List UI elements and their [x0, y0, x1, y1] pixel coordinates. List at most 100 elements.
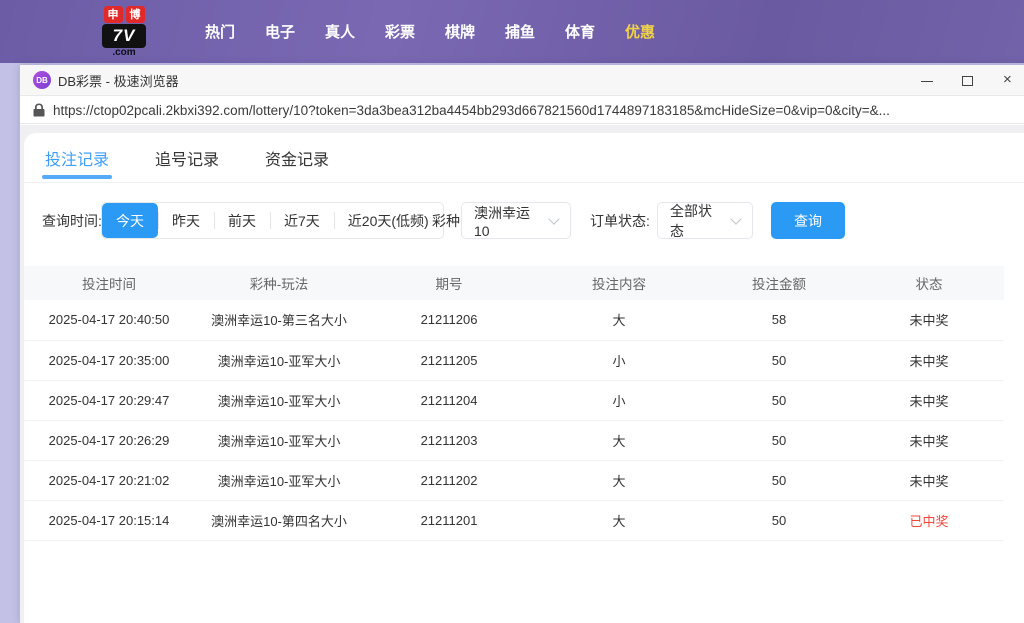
- cell-issue: 21211204: [364, 380, 534, 421]
- lottery-filter-label: 彩种:: [432, 213, 464, 229]
- address-bar[interactable]: https://ctop02pcali.2kbxi392.com/lottery…: [20, 97, 1024, 124]
- cell-bet-time: 2025-04-17 20:35:00: [24, 340, 194, 381]
- cell-bet-time: 2025-04-17 20:26:29: [24, 420, 194, 461]
- logo-badges: 申 博: [103, 5, 145, 23]
- lottery-select-value: 澳洲幸运10: [474, 204, 530, 239]
- cell-lottery-play: 澳洲幸运10-亚军大小: [194, 380, 364, 421]
- cell-bet-content: 大: [534, 460, 704, 501]
- status-badge: 未中奖: [854, 420, 1004, 461]
- table-header-row: 投注时间 彩种-玩法 期号 投注内容 投注金额 状态: [24, 266, 1004, 300]
- cell-lottery-play: 澳洲幸运10-第三名大小: [194, 300, 364, 341]
- cell-lottery-play: 澳洲幸运10-亚军大小: [194, 340, 364, 381]
- logo-badge-shen: 申: [103, 5, 123, 23]
- time-option-7days[interactable]: 近7天: [270, 203, 334, 238]
- nav-item-lottery[interactable]: 彩票: [370, 21, 430, 42]
- table-row: 2025-04-17 20:35:00 澳洲幸运10-亚军大小 21211205…: [24, 340, 1004, 381]
- minimize-icon[interactable]: [920, 74, 934, 88]
- cell-issue: 21211202: [364, 460, 534, 501]
- window-title: DB彩票 - 极速浏览器: [58, 73, 179, 89]
- chevron-down-icon: [548, 212, 560, 225]
- cell-bet-time: 2025-04-17 20:40:50: [24, 300, 194, 341]
- cell-issue: 21211205: [364, 340, 534, 381]
- tab-bet-records[interactable]: 投注记录: [41, 133, 113, 182]
- filter-row: 查询时间: 今天 昨天 前天 近7天 近20天(低频) 彩种: 澳洲幸运10 订…: [24, 199, 1024, 243]
- cell-bet-content: 小: [534, 340, 704, 381]
- time-filter-label: 查询时间:: [42, 213, 102, 229]
- cell-bet-amount: 50: [704, 500, 854, 541]
- tab-chase-records[interactable]: 追号记录: [155, 133, 219, 182]
- cell-bet-amount: 50: [704, 420, 854, 461]
- logo-badge-bo: 博: [125, 5, 145, 23]
- url-text[interactable]: https://ctop02pcali.2kbxi392.com/lottery…: [53, 103, 890, 118]
- window-controls: ×: [920, 65, 1016, 96]
- db-app-icon: DB: [33, 71, 51, 89]
- cell-lottery-play: 澳洲幸运10-亚军大小: [194, 460, 364, 501]
- table-row: 2025-04-17 20:15:14 澳洲幸运10-第四名大小 2121120…: [24, 500, 1004, 541]
- header-bet-content: 投注内容: [534, 266, 704, 300]
- nav-item-hot[interactable]: 热门: [190, 21, 250, 42]
- status-select-value: 全部状态: [670, 202, 712, 239]
- logo-com: .com: [112, 46, 136, 58]
- nav-item-slots[interactable]: 电子: [250, 21, 310, 42]
- window-title-bar[interactable]: DB DB彩票 - 极速浏览器 ×: [20, 65, 1024, 96]
- cell-lottery-play: 澳洲幸运10-第四名大小: [194, 500, 364, 541]
- browser-window: DB DB彩票 - 极速浏览器 × https://ctop02pcali.2k…: [20, 65, 1024, 623]
- logo-7v: 7V: [102, 23, 146, 48]
- table-row: 2025-04-17 20:26:29 澳洲幸运10-亚军大小 21211203…: [24, 420, 1004, 461]
- nav-item-fishing[interactable]: 捕鱼: [490, 21, 550, 42]
- table-row: 2025-04-17 20:21:02 澳洲幸运10-亚军大小 21211202…: [24, 460, 1004, 501]
- cell-bet-time: 2025-04-17 20:29:47: [24, 380, 194, 421]
- site-top-bar: 申 博 7V .com 热门 电子 真人 彩票 棋牌 捕鱼 体育 优惠: [0, 0, 1024, 63]
- time-option-yesterday[interactable]: 昨天: [158, 203, 214, 238]
- close-icon[interactable]: ×: [1002, 71, 1016, 88]
- cell-bet-time: 2025-04-17 20:15:14: [24, 500, 194, 541]
- status-badge: 未中奖: [854, 460, 1004, 501]
- cell-bet-content: 小: [534, 380, 704, 421]
- cell-issue: 21211206: [364, 300, 534, 341]
- chevron-down-icon: [730, 212, 742, 225]
- cell-bet-amount: 58: [704, 300, 854, 341]
- header-lottery-play: 彩种-玩法: [194, 266, 364, 300]
- status-badge: 未中奖: [854, 380, 1004, 421]
- cell-bet-amount: 50: [704, 340, 854, 381]
- site-logo[interactable]: 申 博 7V .com: [100, 5, 148, 58]
- nav-item-promos[interactable]: 优惠: [610, 21, 670, 42]
- cell-bet-time: 2025-04-17 20:21:02: [24, 460, 194, 501]
- status-filter-label: 订单状态:: [590, 213, 650, 229]
- bet-records-table: 投注时间 彩种-玩法 期号 投注内容 投注金额 状态 2025-04-17 20…: [24, 266, 1004, 541]
- order-status-select[interactable]: 全部状态: [657, 202, 753, 239]
- status-badge: 未中奖: [854, 340, 1004, 381]
- cell-issue: 21211203: [364, 420, 534, 461]
- time-range-group: 今天 昨天 前天 近7天 近20天(低频): [101, 202, 444, 239]
- maximize-icon[interactable]: [961, 74, 975, 88]
- top-navigation: 热门 电子 真人 彩票 棋牌 捕鱼 体育 优惠: [190, 21, 670, 42]
- header-bet-time: 投注时间: [24, 266, 194, 300]
- table-row: 2025-04-17 20:40:50 澳洲幸运10-第三名大小 2121120…: [24, 300, 1004, 341]
- cell-bet-content: 大: [534, 500, 704, 541]
- header-bet-amount: 投注金额: [704, 266, 854, 300]
- cell-bet-amount: 50: [704, 460, 854, 501]
- record-tabs: 投注记录 追号记录 资金记录: [24, 133, 1024, 183]
- nav-item-cards[interactable]: 棋牌: [430, 21, 490, 42]
- time-option-day-before[interactable]: 前天: [214, 203, 270, 238]
- records-card: 投注记录 追号记录 资金记录 查询时间: 今天 昨天 前天 近7天 近20天(低…: [24, 133, 1024, 623]
- cell-bet-content: 大: [534, 300, 704, 341]
- padlock-icon: [33, 103, 45, 117]
- tab-fund-records[interactable]: 资金记录: [265, 133, 329, 182]
- time-option-today[interactable]: 今天: [102, 203, 158, 238]
- header-issue: 期号: [364, 266, 534, 300]
- time-option-20days[interactable]: 近20天(低频): [333, 203, 443, 238]
- cell-lottery-play: 澳洲幸运10-亚军大小: [194, 420, 364, 461]
- header-status: 状态: [854, 266, 1004, 300]
- nav-item-live[interactable]: 真人: [310, 21, 370, 42]
- nav-item-sports[interactable]: 体育: [550, 21, 610, 42]
- cell-issue: 21211201: [364, 500, 534, 541]
- page-content: 投注记录 追号记录 资金记录 查询时间: 今天 昨天 前天 近7天 近20天(低…: [20, 125, 1024, 623]
- cell-bet-content: 大: [534, 420, 704, 461]
- search-button[interactable]: 查询: [771, 202, 845, 239]
- table-row: 2025-04-17 20:29:47 澳洲幸运10-亚军大小 21211204…: [24, 380, 1004, 421]
- lottery-select[interactable]: 澳洲幸运10: [461, 202, 571, 239]
- status-badge: 已中奖: [854, 500, 1004, 541]
- status-badge: 未中奖: [854, 300, 1004, 341]
- cell-bet-amount: 50: [704, 380, 854, 421]
